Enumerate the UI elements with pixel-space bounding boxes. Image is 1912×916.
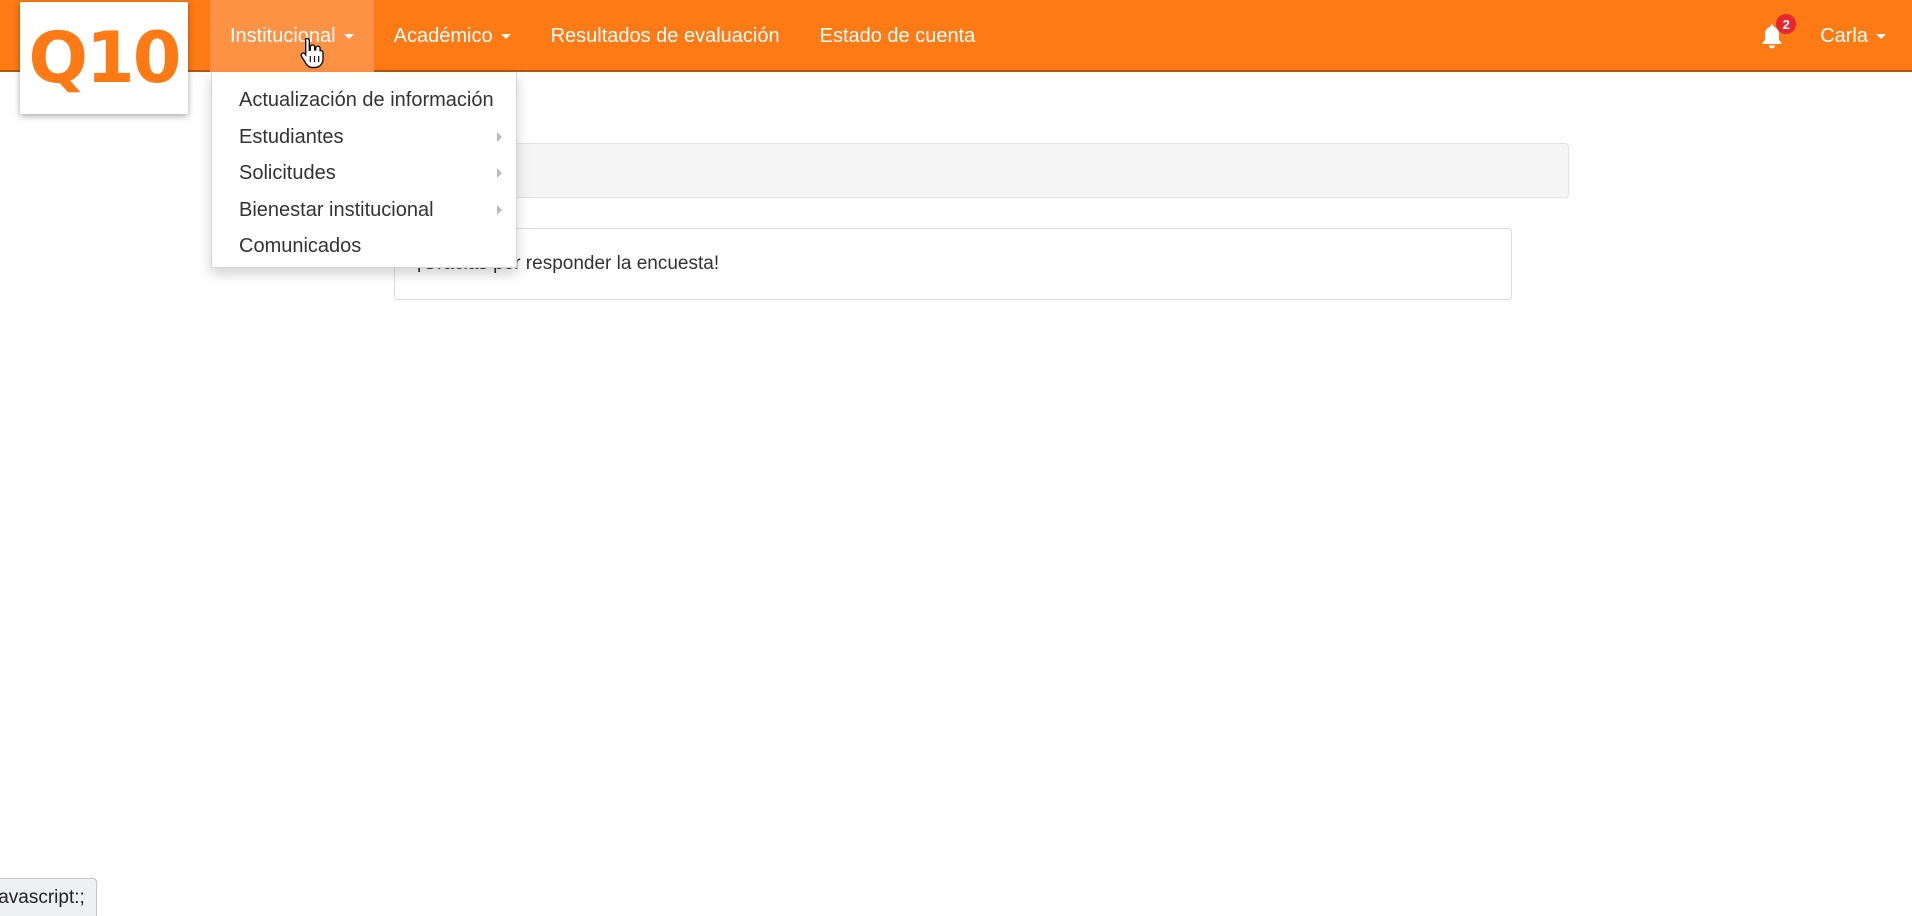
caret-down-icon	[1876, 33, 1886, 39]
main-nav: Institucional Académico Resultados de ev…	[210, 0, 995, 72]
chevron-right-icon	[497, 131, 502, 142]
menu-item-actualizacion-informacion[interactable]: Actualización de información	[212, 82, 516, 119]
survey-thanks-panel: ¡Gracias por responder la encuesta!	[394, 228, 1512, 300]
menu-item-estudiantes[interactable]: Estudiantes	[212, 119, 516, 156]
menu-item-label: Bienestar institucional	[239, 198, 434, 221]
menu-item-bienestar-institucional[interactable]: Bienestar institucional	[212, 192, 516, 229]
menu-item-solicitudes[interactable]: Solicitudes	[212, 155, 516, 192]
notifications-button[interactable]: 2	[1742, 0, 1802, 72]
chevron-right-icon	[497, 168, 502, 179]
user-menu[interactable]: Carla	[1802, 25, 1912, 48]
nav-estado-cuenta[interactable]: Estado de cuenta	[800, 0, 996, 72]
institucional-dropdown-menu: Actualización de información Estudiantes…	[211, 72, 517, 268]
navbar-right: 2 Carla	[1742, 0, 1912, 72]
page-header-bar	[394, 143, 1569, 198]
user-name: Carla	[1820, 24, 1868, 47]
logo[interactable]: Q10	[20, 2, 188, 114]
menu-item-label: Comunicados	[239, 235, 362, 257]
caret-down-icon	[343, 33, 354, 39]
nav-resultados-evaluacion[interactable]: Resultados de evaluación	[531, 0, 800, 72]
nav-institucional[interactable]: Institucional	[210, 0, 374, 72]
nav-academico-label: Académico	[393, 24, 493, 47]
top-navbar: Institucional Académico Resultados de ev…	[0, 0, 1912, 72]
menu-item-label: Estudiantes	[239, 125, 344, 148]
caret-down-icon	[500, 33, 511, 39]
menu-item-label: Solicitudes	[239, 162, 336, 184]
nav-estado-cuenta-label: Estado de cuenta	[819, 24, 976, 47]
nav-academico[interactable]: Académico	[374, 0, 531, 72]
nav-resultados-label: Resultados de evaluación	[550, 24, 780, 47]
logo-text: Q10	[28, 17, 182, 99]
chevron-right-icon	[497, 204, 502, 215]
browser-status-bar: javascript:;	[0, 878, 97, 916]
notification-count-badge: 2	[1776, 14, 1797, 34]
menu-item-label: Actualización de información	[239, 89, 494, 111]
hand-cursor-icon	[300, 37, 324, 69]
menu-item-comunicados[interactable]: Comunicados	[212, 228, 516, 265]
status-bar-url: javascript:;	[0, 886, 85, 908]
